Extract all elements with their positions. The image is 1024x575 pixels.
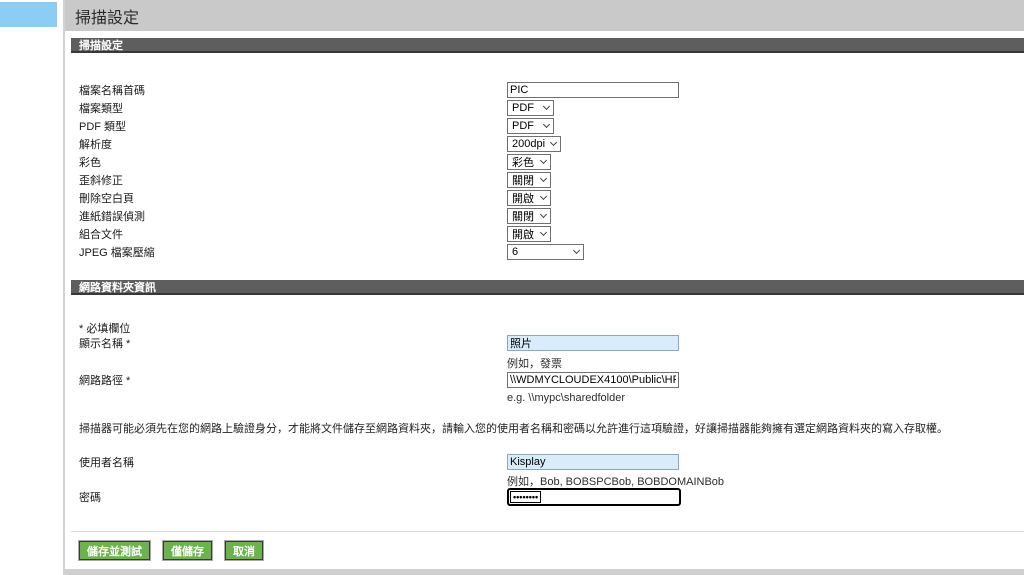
page-title: 掃描設定 [75, 4, 139, 28]
file-type-select[interactable]: PDF [507, 100, 554, 116]
authentication-note: 掃描器可能必須先在您的網路上驗證身分，才能將文件儲存至網路資料夾，請輸入您的使用… [65, 420, 1024, 434]
chevron-down-icon [540, 193, 547, 200]
network-path-input[interactable] [507, 372, 679, 388]
select-value: PDF [512, 102, 534, 114]
deskew-label: 歪斜修正 [79, 172, 507, 188]
resolution-select[interactable]: 200dpi [507, 136, 561, 152]
network-path-label: 網路路徑 * [79, 372, 507, 388]
section-header-network-folder: 網路資料夾資訊 [71, 280, 1024, 295]
select-value: 開啟 [512, 226, 534, 242]
form-row: 組合文件 開啟 [65, 225, 1024, 243]
select-value: 關閉 [512, 208, 534, 224]
display-name-label: 顯示名稱 * [79, 335, 507, 351]
password-masked-value: •••••••• [510, 491, 541, 503]
chevron-down-icon [540, 211, 547, 218]
combine-documents-select[interactable]: 開啟 [507, 226, 551, 242]
form-row: PDF 類型 PDF [65, 117, 1024, 135]
chevron-down-icon [573, 247, 580, 254]
save-and-test-button[interactable]: 儲存並測試 [79, 541, 150, 560]
form-row: 進紙錯誤偵測 關閉 [65, 207, 1024, 225]
form-row: 檔案名稱首碼 [65, 81, 1024, 99]
chevron-down-icon [543, 103, 550, 110]
jpeg-compression-label: JPEG 檔案壓縮 [79, 244, 507, 260]
title-band: 掃描設定 [65, 0, 1024, 31]
select-value: 6 [512, 246, 518, 258]
pdf-type-label: PDF 類型 [79, 118, 507, 134]
combine-documents-label: 組合文件 [79, 226, 507, 242]
scan-settings-form: 檔案名稱首碼 檔案類型 PDF PDF 類型 PDF 解析度 200dpi [65, 81, 1024, 261]
jpeg-compression-select[interactable]: 6 [507, 244, 584, 260]
display-name-input[interactable] [507, 335, 679, 351]
color-mode-select[interactable]: 彩色 [507, 154, 551, 170]
misfeed-detection-label: 進紙錯誤偵測 [79, 208, 507, 224]
chevron-down-icon [540, 175, 547, 182]
file-type-label: 檔案類型 [79, 100, 507, 116]
select-value: 200dpi [512, 138, 545, 150]
username-input[interactable] [507, 454, 679, 470]
form-row: 密碼 •••••••• [65, 487, 1024, 507]
misfeed-detection-select[interactable]: 關閉 [507, 208, 551, 224]
form-row: JPEG 檔案壓縮 6 [65, 243, 1024, 261]
password-input[interactable]: •••••••• [507, 488, 681, 506]
section-header-scan-settings: 掃描設定 [71, 38, 1024, 53]
save-only-button[interactable]: 僅儲存 [163, 541, 212, 560]
chevron-down-icon [540, 157, 547, 164]
form-row: 網路路徑 * [65, 371, 1024, 389]
chevron-down-icon [550, 139, 557, 146]
blank-page-removal-label: 刪除空白頁 [79, 190, 507, 206]
action-buttons: 儲存並測試 僅儲存 取消 [65, 541, 1024, 560]
form-row: 檔案類型 PDF [65, 99, 1024, 117]
filename-prefix-input[interactable] [507, 82, 679, 98]
username-hint: 例如，Bob, BOBSPCBob, BOBDOMAINBob [507, 473, 1024, 487]
content-panel: 掃描設定 掃描設定 檔案名稱首碼 檔案類型 PDF PDF 類型 PDF 解析度… [63, 0, 1024, 575]
chevron-down-icon [543, 121, 550, 128]
chevron-down-icon [540, 229, 547, 236]
select-value: 彩色 [512, 154, 534, 170]
cancel-button[interactable]: 取消 [225, 541, 263, 560]
username-label: 使用者名稱 [79, 454, 507, 470]
display-name-hint: 例如，發票 [507, 355, 1024, 369]
select-value: PDF [512, 120, 534, 132]
password-label: 密碼 [79, 489, 507, 505]
select-value: 開啟 [512, 190, 534, 206]
form-row: 解析度 200dpi [65, 135, 1024, 153]
divider [71, 531, 1024, 532]
form-row: 顯示名稱 * [65, 334, 1024, 352]
deskew-select[interactable]: 關閉 [507, 172, 551, 188]
network-path-hint: e.g. \\mypc\sharedfolder [507, 392, 1024, 406]
form-row: 歪斜修正 關閉 [65, 171, 1024, 189]
form-row: 刪除空白頁 開啟 [65, 189, 1024, 207]
select-value: 關閉 [512, 172, 534, 188]
sidebar-active-item[interactable] [0, 2, 57, 27]
blank-page-removal-select[interactable]: 開啟 [507, 190, 551, 206]
color-mode-label: 彩色 [79, 154, 507, 170]
pdf-type-select[interactable]: PDF [507, 118, 554, 134]
filename-prefix-label: 檔案名稱首碼 [79, 82, 507, 98]
bottom-edge-band [65, 569, 1024, 575]
resolution-label: 解析度 [79, 136, 507, 152]
required-fields-note: * 必填欄位 [65, 320, 1024, 334]
form-row: 使用者名稱 [65, 453, 1024, 471]
form-row: 彩色 彩色 [65, 153, 1024, 171]
